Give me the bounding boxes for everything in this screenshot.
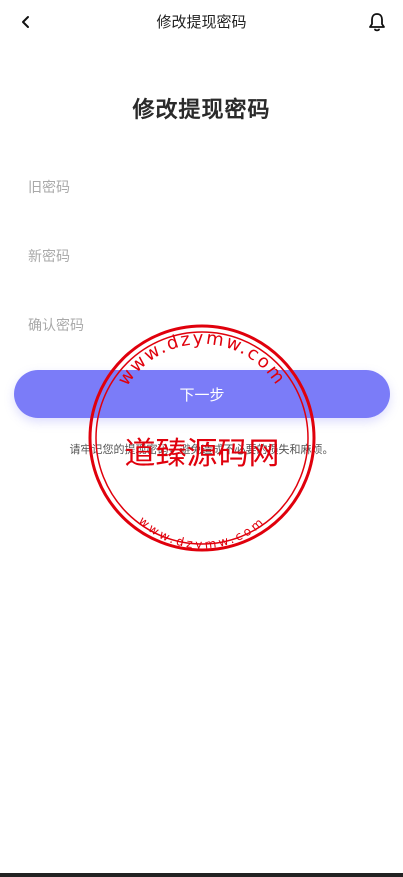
page-title: 修改提现密码 [132,98,271,123]
top-nav-bar: 修改提现密码 [0,0,403,44]
old-password-input[interactable] [28,173,375,203]
nav-title: 修改提现密码 [156,13,247,31]
password-tip-text: 请牢记您的提现密码，避免造成不必要的损失和麻烦。 [69,443,334,456]
change-withdraw-password-screen: 修改提现密码 修改提现密码 下一步 请牢记您的提现密码，避免造成不必要的损失和麻… [0,0,403,877]
watermark-stamp: www.dzymw.com www.dzymw.com 道臻源码网 [88,324,316,552]
watermark-ring-bottom: www.dzymw.com [136,514,265,552]
confirm-password-input[interactable] [28,311,375,341]
svg-text:www.dzymw.com: www.dzymw.com [136,514,268,552]
next-step-button[interactable]: 下一步 [14,370,390,418]
bell-icon [369,13,385,32]
home-indicator-bar [0,873,403,877]
new-password-input[interactable] [28,242,375,272]
notification-button[interactable] [365,10,389,34]
